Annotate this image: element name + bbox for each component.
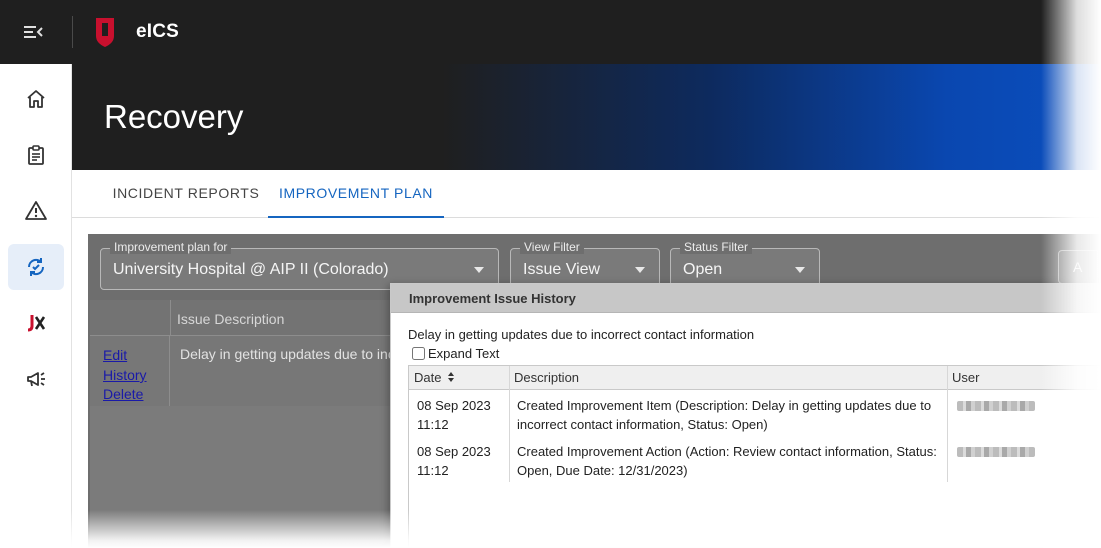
- add-button[interactable]: A: [1058, 250, 1098, 284]
- row-actions: Edit History Delete: [90, 336, 170, 406]
- sidebar-item-reports[interactable]: [8, 132, 64, 178]
- delete-link[interactable]: Delete: [103, 386, 143, 402]
- status-filter-value: Open: [683, 261, 723, 278]
- tab-incident-reports[interactable]: INCIDENT REPORTS: [104, 170, 268, 218]
- sort-icon[interactable]: [447, 371, 455, 383]
- chevron-down-icon[interactable]: [795, 267, 805, 273]
- issue-text: Delay in getting updates due to incorrec…: [408, 327, 755, 342]
- improvement-plan-value: University Hospital @ AIP II (Colorado): [113, 261, 389, 278]
- date-column-header[interactable]: Date: [409, 366, 509, 390]
- chevron-down-icon[interactable]: [474, 267, 484, 273]
- time-text: 11:12: [417, 463, 449, 478]
- history-date: 08 Sep 2023 11:12: [417, 442, 507, 480]
- sidebar-item-recovery[interactable]: [8, 244, 64, 290]
- redacted-user: [957, 401, 1035, 411]
- topbar-divider: [72, 16, 73, 48]
- warning-icon: [25, 201, 47, 220]
- issue-description-header: Issue Description: [177, 311, 285, 327]
- status-filter-label: Status Filter: [680, 240, 753, 254]
- view-filter-label: View Filter: [520, 240, 584, 254]
- tab-improvement-plan[interactable]: IMPROVEMENT PLAN: [268, 170, 444, 218]
- menu-collapse-icon[interactable]: [20, 20, 46, 44]
- tab-bar: INCIDENT REPORTS IMPROVEMENT PLAN: [72, 170, 1101, 218]
- issues-list-header: Issue Description: [90, 300, 390, 336]
- date-text: 08 Sep 2023: [417, 444, 491, 459]
- history-table-header: Date Description User: [409, 366, 1101, 390]
- redacted-user: [957, 447, 1035, 457]
- edit-link[interactable]: Edit: [103, 347, 127, 363]
- clipboard-icon: [28, 145, 44, 165]
- history-link[interactable]: History: [103, 367, 147, 383]
- history-table: Date Description User 08 Sep 2023 11:12 …: [408, 365, 1101, 548]
- jx-icon: [27, 315, 46, 332]
- home-icon: [27, 90, 45, 108]
- user-column-header[interactable]: User: [947, 366, 1101, 390]
- time-text: 11:12: [417, 417, 449, 432]
- expand-text-checkbox[interactable]: [412, 347, 425, 360]
- improvement-plan-label: Improvement plan for: [110, 240, 232, 254]
- issue-history-dialog: Improvement Issue History Delay in getti…: [390, 283, 1101, 548]
- top-app-bar: eICS: [0, 0, 1101, 64]
- recovery-sync-icon: [27, 258, 45, 276]
- date-header-label: Date: [414, 370, 442, 385]
- sidebar-nav: [0, 64, 72, 548]
- expand-text-label: Expand Text: [428, 346, 500, 361]
- page-header-banner: Recovery: [72, 64, 1101, 170]
- table-row: 08 Sep 2023 11:12 Created Improvement Ac…: [409, 436, 1101, 482]
- history-date: 08 Sep 2023 11:12: [417, 396, 507, 434]
- table-row: Edit History Delete Delay in getting upd…: [90, 336, 390, 406]
- date-text: 08 Sep 2023: [417, 398, 491, 413]
- sidebar-item-notifications[interactable]: [8, 356, 64, 402]
- dialog-header[interactable]: Improvement Issue History: [391, 284, 1101, 313]
- sidebar-item-jx[interactable]: [8, 300, 64, 346]
- sidebar-item-alerts[interactable]: [8, 188, 64, 234]
- column-divider: [170, 300, 171, 336]
- dialog-title: Improvement Issue History: [409, 291, 576, 306]
- app-title: eICS: [136, 21, 180, 42]
- history-description: Created Improvement Action (Action: Revi…: [517, 444, 937, 478]
- table-row: 08 Sep 2023 11:12 Created Improvement It…: [409, 390, 1101, 436]
- expand-text-toggle[interactable]: Expand Text: [412, 346, 499, 361]
- eics-shield-logo: [93, 16, 117, 48]
- megaphone-icon: [27, 372, 45, 387]
- description-column-header[interactable]: Description: [509, 366, 947, 390]
- issues-list: Issue Description Edit History Delete De…: [90, 300, 390, 548]
- history-description: Created Improvement Item (Description: D…: [517, 398, 932, 432]
- page-title: Recovery: [104, 98, 244, 135]
- chevron-down-icon[interactable]: [635, 267, 645, 273]
- view-filter-value: Issue View: [523, 261, 601, 278]
- issue-description-cell: Delay in getting updates due to incorrec…: [180, 346, 390, 362]
- sidebar-item-home[interactable]: [8, 76, 64, 122]
